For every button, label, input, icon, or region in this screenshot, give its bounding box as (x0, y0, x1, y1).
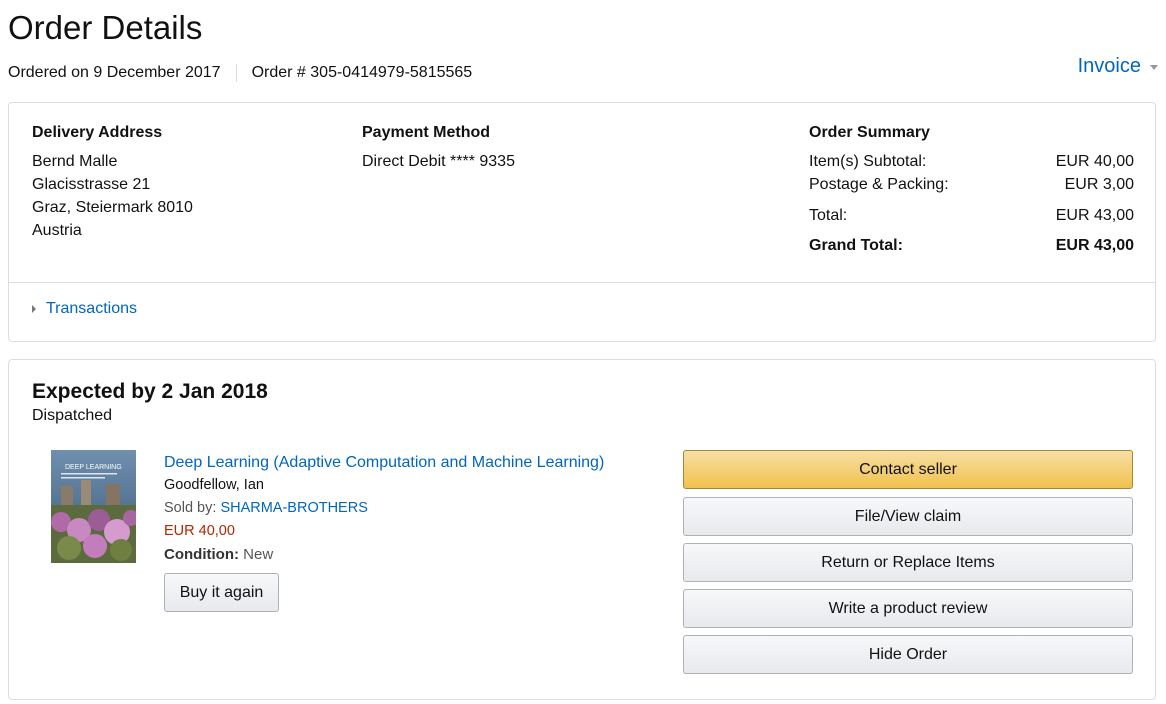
expected-delivery: Expected by 2 Jan 2018 (32, 380, 268, 403)
summary-heading: Order Summary (809, 124, 930, 141)
summary-row-subtotal: Item(s) Subtotal: EUR 40,00 (809, 150, 1134, 173)
summary-value: EUR 40,00 (1055, 153, 1134, 170)
order-date: Ordered on 9 December 2017 (8, 64, 221, 81)
summary-value: EUR 43,00 (1055, 207, 1134, 224)
payment-heading: Payment Method (362, 124, 491, 141)
hide-order-button[interactable]: Hide Order (683, 635, 1133, 674)
book-cover-image: DEEP LEARNING (51, 450, 136, 563)
payment-value: Direct Debit **** 9335 (362, 153, 515, 170)
condition-label: Condition: (164, 546, 239, 563)
summary-value: EUR 3,00 (1064, 176, 1134, 193)
sold-by: Sold by: SHARMA-BROTHERS (164, 497, 604, 520)
order-summary: Order Summary Item(s) Subtotal: EUR 40,0… (809, 123, 1134, 257)
write-review-button[interactable]: Write a product review (683, 589, 1133, 628)
divider (9, 282, 1155, 283)
caret-down-icon (1150, 65, 1158, 70)
shipment-box: Expected by 2 Jan 2018 Dispatched DEEP L… (8, 359, 1156, 700)
order-meta: Ordered on 9 December 2017 Order # 305-0… (8, 63, 472, 83)
address-line: Bernd Malle (32, 153, 118, 170)
buy-again-button[interactable]: Buy it again (164, 573, 279, 612)
summary-row-total: Total: EUR 43,00 (809, 204, 1134, 227)
product-thumbnail[interactable]: DEEP LEARNING (51, 450, 136, 563)
expand-arrow-icon (32, 305, 36, 313)
delivery-heading: Delivery Address (32, 124, 163, 141)
meta-divider (235, 64, 237, 82)
invoice-label: Invoice (1077, 55, 1141, 77)
condition-value: New (243, 546, 274, 563)
address-line: Glacisstrasse 21 (32, 176, 151, 193)
summary-label: Grand Total: (809, 237, 903, 254)
summary-label: Total: (809, 207, 848, 224)
summary-value: EUR 43,00 (1055, 237, 1134, 254)
transactions-toggle[interactable]: Transactions (32, 300, 137, 318)
order-info-box: Delivery Address Bernd Malle Glacisstras… (8, 102, 1156, 342)
transactions-label: Transactions (46, 300, 137, 317)
product-condition: Condition: New (164, 543, 604, 566)
product-price: EUR 40,00 (164, 523, 235, 539)
address-line: Graz, Steiermark 8010 (32, 199, 193, 216)
sold-by-label: Sold by: (164, 500, 217, 516)
contact-seller-button[interactable]: Contact seller (683, 450, 1133, 489)
return-replace-button[interactable]: Return or Replace Items (683, 543, 1133, 582)
order-number: Order # 305-0414979-5815565 (251, 64, 473, 81)
summary-row-grand-total: Grand Total: EUR 43,00 (809, 234, 1134, 257)
summary-label: Item(s) Subtotal: (809, 153, 927, 170)
payment-method: Payment Method Direct Debit **** 9335 (362, 123, 515, 173)
page-title: Order Details (8, 9, 203, 46)
seller-link[interactable]: SHARMA-BROTHERS (220, 500, 367, 516)
delivery-address: Delivery Address Bernd Malle Glacisstras… (32, 123, 193, 242)
product-title-link[interactable]: Deep Learning (Adaptive Computation and … (164, 451, 604, 474)
summary-label: Postage & Packing: (809, 176, 949, 193)
file-view-claim-button[interactable]: File/View claim (683, 497, 1133, 536)
shipment-status: Dispatched (32, 407, 113, 424)
address-line: Austria (32, 222, 82, 239)
cover-title: DEEP LEARNING (65, 464, 122, 471)
invoice-dropdown[interactable]: Invoice (1078, 55, 1158, 78)
item-details: Deep Learning (Adaptive Computation and … (164, 451, 604, 566)
product-author: Goodfellow, Ian (164, 477, 264, 493)
summary-row-postage: Postage & Packing: EUR 3,00 (809, 173, 1134, 196)
